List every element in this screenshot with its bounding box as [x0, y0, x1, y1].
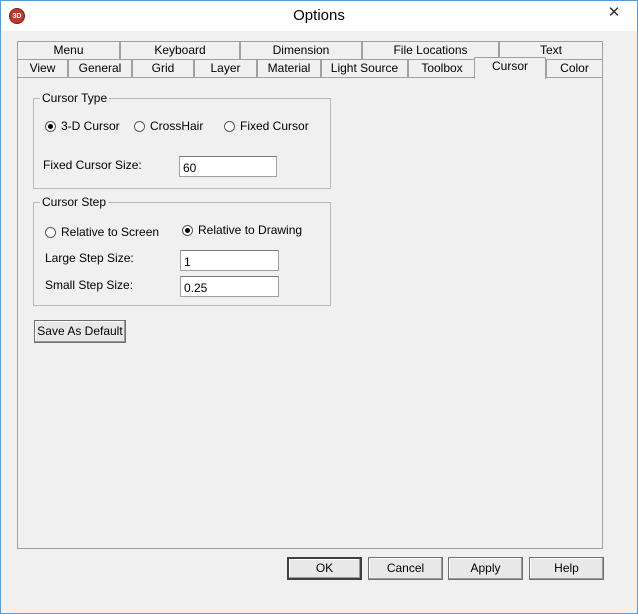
ok-button[interactable]: OK [287, 557, 362, 580]
radio-relative-to-screen[interactable]: Relative to Screen [45, 225, 159, 239]
options-dialog: 3D Options ✕ Menu Keyboard Dimension Fil… [0, 0, 638, 614]
apply-button[interactable]: Apply [448, 557, 523, 580]
fixed-cursor-size-input[interactable] [179, 156, 277, 177]
tab-toolbox[interactable]: Toolbox [408, 59, 476, 77]
tab-color[interactable]: Color [546, 59, 603, 77]
tab-view[interactable]: View [17, 59, 68, 77]
radio-unselected-icon [134, 120, 145, 132]
radio-fixed-cursor[interactable]: Fixed Cursor [224, 119, 309, 133]
help-button[interactable]: Help [529, 557, 604, 580]
radio-relative-to-drawing[interactable]: Relative to Drawing [182, 223, 302, 237]
tab-cursor[interactable]: Cursor [474, 57, 546, 79]
cancel-button[interactable]: Cancel [368, 557, 443, 580]
radio-3d-cursor-label: 3-D Cursor [61, 119, 120, 133]
radio-relative-to-drawing-label: Relative to Drawing [198, 223, 303, 237]
save-as-default-button[interactable]: Save As Default [34, 320, 126, 343]
radio-crosshair-label: CrossHair [150, 119, 204, 133]
small-step-size-label: Small Step Size: [45, 278, 134, 292]
large-step-size-label: Large Step Size: [45, 251, 134, 265]
small-step-size-input[interactable] [180, 276, 279, 297]
tab-layer[interactable]: Layer [194, 59, 257, 77]
radio-crosshair[interactable]: CrossHair [134, 119, 203, 133]
tab-material[interactable]: Material [257, 59, 321, 77]
cursor-step-title: Cursor Step [40, 195, 109, 209]
window-title: Options [293, 7, 345, 24]
close-icon: ✕ [607, 4, 621, 21]
tab-keyboard[interactable]: Keyboard [120, 41, 240, 59]
cursor-type-title: Cursor Type [40, 91, 110, 105]
tab-menu[interactable]: Menu [17, 41, 120, 59]
radio-unselected-icon [224, 120, 235, 132]
radio-selected-icon [182, 224, 193, 236]
fixed-cursor-size-label: Fixed Cursor Size: [43, 158, 142, 172]
title-bar[interactable]: 3D Options ✕ [1, 1, 637, 31]
tab-light-source[interactable]: Light Source [321, 59, 408, 77]
radio-3d-cursor[interactable]: 3-D Cursor [45, 119, 120, 133]
tab-dimension[interactable]: Dimension [240, 41, 362, 59]
radio-relative-to-screen-label: Relative to Screen [61, 225, 160, 239]
large-step-size-input[interactable] [180, 250, 279, 271]
tab-general[interactable]: General [68, 59, 132, 77]
tab-grid[interactable]: Grid [132, 59, 194, 77]
radio-unselected-icon [45, 226, 56, 238]
radio-fixed-cursor-label: Fixed Cursor [240, 119, 309, 133]
close-button[interactable]: ✕ [591, 1, 637, 23]
radio-selected-icon [45, 120, 56, 132]
